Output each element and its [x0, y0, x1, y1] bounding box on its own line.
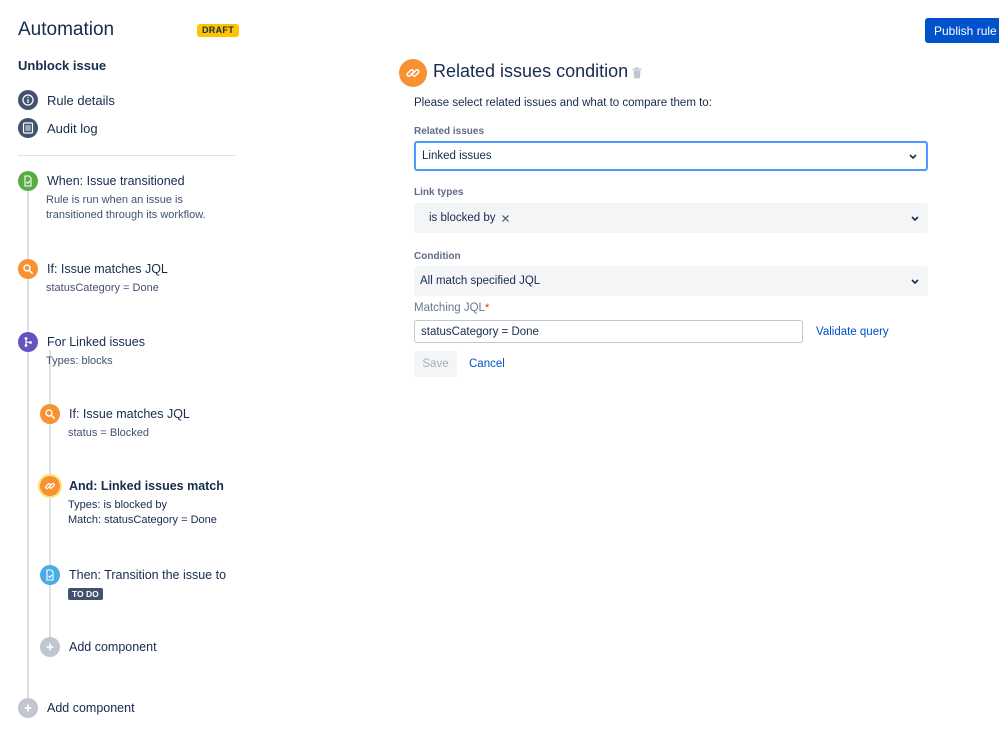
matching-jql-input[interactable] [414, 320, 803, 343]
related-issues-select[interactable]: Linked issues [414, 141, 928, 171]
link-types-label: Link types [414, 187, 464, 198]
instruction-text: Please select related issues and what to… [414, 97, 712, 109]
list-icon [18, 118, 38, 138]
nav-audit-log[interactable]: Audit log [18, 118, 98, 138]
trash-icon[interactable] [632, 66, 642, 84]
rule-name: Unblock issue [18, 58, 107, 73]
step-condition2-title[interactable]: If: Issue matches JQL [69, 407, 190, 421]
status-badge: TO DO [68, 588, 103, 600]
cancel-button[interactable]: Cancel [469, 358, 505, 370]
step-trigger-desc-2: transitioned through its workflow. [46, 209, 206, 221]
chevron-down-icon [910, 272, 920, 290]
step-condition1-desc: statusCategory = Done [46, 282, 159, 294]
matching-jql-label: Matching JQL* [414, 302, 489, 314]
chevron-down-icon [908, 147, 918, 165]
step-condition3-title[interactable]: And: Linked issues match [69, 479, 224, 493]
validate-query-link[interactable]: Validate query [816, 326, 889, 338]
search-icon [18, 259, 38, 279]
app-title: Automation [18, 19, 115, 40]
step-condition3-desc-2: Match: statusCategory = Done [68, 514, 217, 526]
add-component-inner[interactable]: Add component [69, 640, 157, 654]
step-action-title[interactable]: Then: Transition the issue to [69, 568, 226, 582]
step-condition1-title[interactable]: If: Issue matches JQL [47, 262, 168, 276]
link-types-select[interactable]: is blocked by [414, 203, 928, 233]
condition-select[interactable]: All match specified JQL [414, 266, 928, 296]
transition-icon [40, 565, 60, 585]
condition-value: All match specified JQL [420, 275, 541, 287]
related-issues-label: Related issues [414, 126, 485, 137]
step-branch-title[interactable]: For Linked issues [47, 335, 145, 349]
link-icon [399, 59, 427, 87]
nav-rule-details-label: Rule details [47, 92, 115, 108]
nav-audit-log-label: Audit log [47, 120, 98, 136]
sidebar-divider [18, 155, 236, 156]
page-title: Related issues condition [433, 61, 629, 81]
link-icon [40, 476, 60, 496]
search-icon [40, 404, 60, 424]
info-icon [18, 90, 38, 110]
link-type-chip: is blocked by [429, 212, 510, 224]
inner-connector-line [49, 350, 51, 646]
matching-jql-label-text: Matching JQL [414, 302, 485, 314]
step-condition3-desc-1: Types: is blocked by [68, 499, 168, 511]
branch-icon [18, 332, 38, 352]
transition-icon [18, 171, 38, 191]
plus-icon[interactable] [40, 637, 60, 657]
save-button[interactable]: Save [414, 351, 457, 377]
plus-icon[interactable] [18, 698, 38, 718]
related-issues-value: Linked issues [422, 150, 492, 162]
step-trigger-desc-1: Rule is run when an issue is [46, 194, 183, 206]
close-icon[interactable] [501, 214, 510, 223]
step-condition2-desc: status = Blocked [68, 427, 150, 439]
draft-badge: DRAFT [197, 24, 239, 37]
required-mark: * [484, 302, 490, 314]
link-type-chip-label: is blocked by [429, 212, 496, 224]
step-branch-desc: Types: blocks [46, 355, 113, 367]
nav-rule-details[interactable]: Rule details [18, 90, 115, 110]
step-trigger-title[interactable]: When: Issue transitioned [47, 174, 185, 188]
condition-label: Condition [414, 251, 461, 262]
add-component-outer[interactable]: Add component [47, 701, 135, 715]
publish-rule-button[interactable]: Publish rule [925, 18, 999, 43]
chevron-down-icon [910, 209, 920, 227]
